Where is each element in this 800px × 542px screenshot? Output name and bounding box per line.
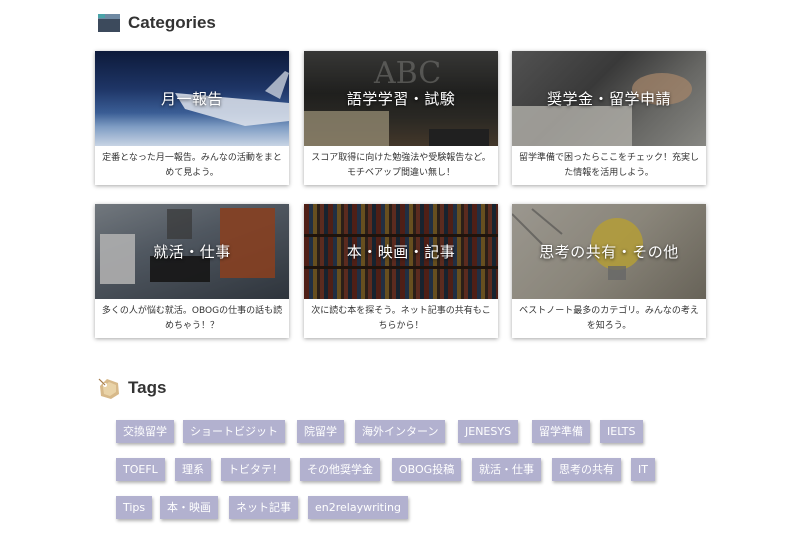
tag-job-hunting[interactable]: 就活・仕事: [472, 458, 541, 481]
tag-study-prep[interactable]: 留学準備: [532, 420, 590, 443]
category-card-language-study[interactable]: ABC 語学学習・試験 スコア取得に向けた勉強法や受験報告など。モチベアップ間違…: [304, 51, 498, 185]
category-thumbnail: ABC 語学学習・試験: [304, 51, 498, 146]
tag-jenesys[interactable]: JENESYS: [458, 420, 519, 443]
tag-short-visit[interactable]: ショートビジット: [183, 420, 285, 443]
category-label: 月一報告: [160, 90, 223, 108]
tag-exchange-study[interactable]: 交換留学: [116, 420, 174, 443]
category-thumbnail: 思考の共有・その他: [512, 204, 706, 299]
category-description: 定番となった月一報告。みんなの活動をまとめて見よう。: [102, 153, 282, 178]
tag-it[interactable]: IT: [631, 458, 655, 481]
category-card-job-hunting[interactable]: 就活・仕事 多くの人が悩む就活。OBOGの仕事の話も読めちゃう！？: [95, 204, 289, 338]
category-thumbnail: 本・映画・記事: [304, 204, 498, 299]
category-thumbnail: 就活・仕事: [95, 204, 289, 299]
category-label: 本・映画・記事: [346, 243, 456, 261]
category-card-scholarship[interactable]: 奨学金・留学申請 留学準備で困ったらここをチェック！充実した情報を活用しよう。: [512, 51, 706, 185]
category-label: 語学学習・試験: [346, 90, 456, 108]
tags-heading: Tags: [97, 377, 166, 399]
category-description: 多くの人が悩む就活。OBOGの仕事の話も読めちゃう！？: [101, 306, 283, 331]
category-description: 次に読む本を探そう。ネット記事の共有もこちらから！: [311, 306, 491, 331]
tag-toefl[interactable]: TOEFL: [116, 458, 165, 481]
tag-thought-sharing[interactable]: 思考の共有: [552, 458, 621, 481]
category-label: 就活・仕事: [153, 243, 231, 261]
category-description: ベストノート最多のカテゴリ。みんなの考えを知ろう。: [519, 306, 699, 331]
tag-science[interactable]: 理系: [175, 458, 211, 481]
category-card-thoughts[interactable]: 思考の共有・その他 ベストノート最多のカテゴリ。みんなの考えを知ろう。: [512, 204, 706, 338]
category-thumbnail: 奨学金・留学申請: [512, 51, 706, 146]
tags-title: Tags: [128, 378, 167, 397]
category-description: 留学準備で困ったらここをチェック！充実した情報を活用しよう。: [518, 153, 699, 178]
category-description: スコア取得に向けた勉強法や受験報告など。モチベアップ間違い無し！: [311, 153, 491, 178]
category-label: 奨学金・留学申請: [546, 90, 671, 108]
tag-en2relaywriting[interactable]: en2relaywriting: [308, 496, 408, 519]
category-card-books-movies[interactable]: 本・映画・記事 次に読む本を探そう。ネット記事の共有もこちらから！: [304, 204, 498, 338]
tag-ielts[interactable]: IELTS: [600, 420, 643, 443]
tag-overseas-intern[interactable]: 海外インターン: [355, 420, 446, 443]
tag-books-movies[interactable]: 本・映画: [160, 496, 218, 519]
tag-tips[interactable]: Tips: [116, 496, 153, 519]
tag-tobitate[interactable]: トビタテ！: [221, 458, 290, 481]
tag-grad-study[interactable]: 院留学: [297, 420, 344, 443]
tag-icon: [97, 377, 121, 399]
category-label: 思考の共有・その他: [539, 243, 679, 261]
categories-heading: Categories: [97, 12, 216, 34]
tag-web-articles[interactable]: ネット記事: [229, 496, 298, 519]
tag-other-scholarship[interactable]: その他奨学金: [300, 458, 380, 481]
tag-obog-post[interactable]: OBOG投稿: [392, 458, 462, 481]
category-card-monthly-report[interactable]: 月一報告 定番となった月一報告。みんなの活動をまとめて見よう。: [95, 51, 289, 185]
category-thumbnail: 月一報告: [95, 51, 289, 146]
folder-icon: [97, 12, 121, 34]
categories-title: Categories: [128, 13, 216, 32]
